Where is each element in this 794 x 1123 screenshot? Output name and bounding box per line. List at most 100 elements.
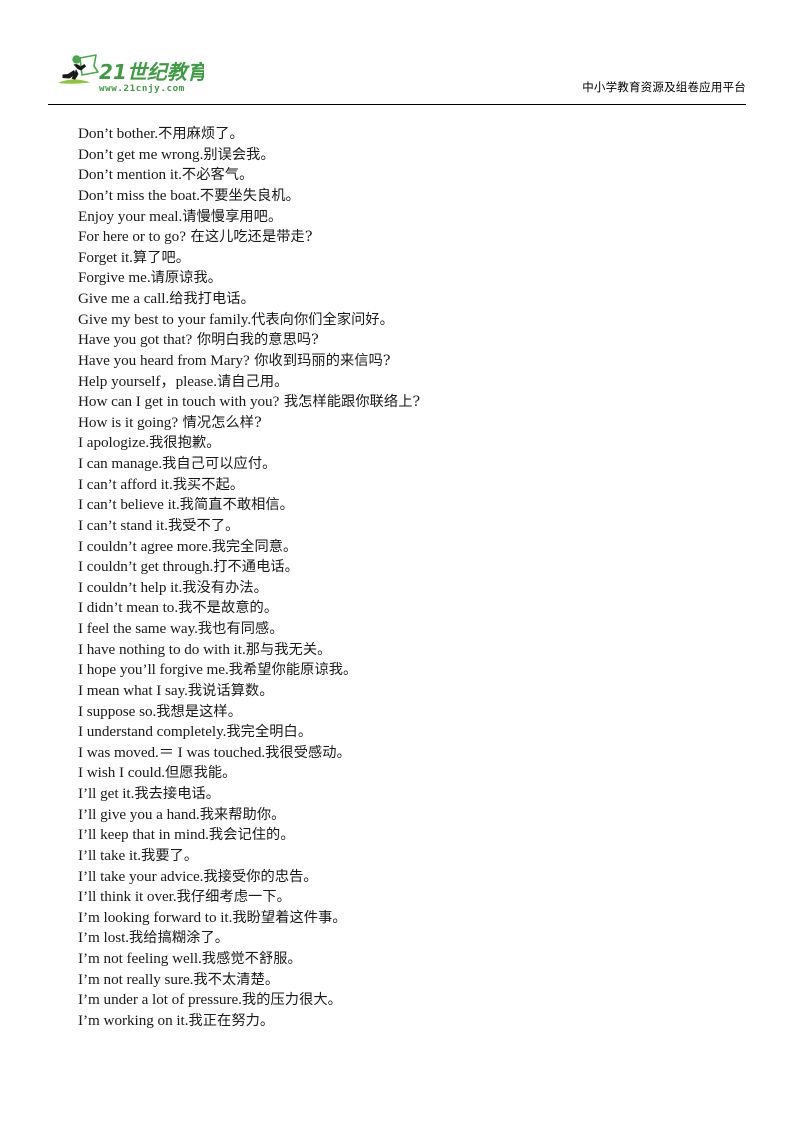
phrase-english: I can manage. — [78, 455, 163, 472]
phrase-english: I hope you’ll forgive me. — [78, 661, 229, 679]
phrase-chinese: 我想是这样。 — [156, 703, 242, 720]
phrase-line: How can I get in touch with you? 我怎样能跟你联… — [78, 392, 738, 413]
phrase-line: I have nothing to do with it.那与我无关。 — [78, 640, 738, 661]
ground-swoosh-icon — [58, 79, 90, 84]
phrase-chinese: 请自己用。 — [216, 373, 289, 390]
phrase-line: Don’t miss the boat.不要坐失良机。 — [78, 186, 738, 207]
phrase-line: I couldn’t get through.打不通电话。 — [78, 557, 738, 578]
phrase-english: I’ll take it. — [78, 846, 142, 864]
phrase-chinese: 我给搞糊涂了。 — [129, 930, 230, 947]
phrase-chinese: 我接受你的忠告。 — [203, 868, 318, 885]
logo-graphic: 21世纪教育 www.21cnjy.com — [58, 54, 204, 94]
phrase-chinese: 我希望你能原谅我。 — [228, 662, 358, 679]
phrase-chinese: 我正在努力。 — [188, 1012, 275, 1029]
phrase-chinese: 我感觉不舒服。 — [201, 951, 302, 967]
phrase-english: I’m lost. — [78, 929, 130, 947]
phrase-line: Have you got that? 你明白我的意思吗? — [78, 330, 738, 351]
phrase-chinese: 我自己可以应付。 — [162, 456, 277, 472]
phrase-line: Give my best to your family.代表向你们全家问好。 — [78, 310, 738, 331]
phrase-line: Don’t get me wrong.别误会我。 — [78, 145, 738, 166]
phrase-chinese: 我不太清楚。 — [193, 971, 280, 988]
phrase-line: I mean what I say.我说话算数。 — [78, 681, 738, 702]
header-tagline: 中小学教育资源及组卷应用平台 — [582, 80, 746, 94]
phrase-chinese: 我说话算数。 — [187, 682, 274, 699]
phrase-english: I’ll get it. — [78, 785, 135, 802]
phrase-english: I apologize. — [78, 434, 150, 452]
phrase-chinese: 我盼望着这件事。 — [232, 909, 347, 926]
phrase-english: Forgive me. — [78, 269, 151, 287]
phrase-english: Don’t mention it. — [78, 166, 182, 184]
phrase-line: I can’t afford it.我买不起。 — [78, 475, 738, 496]
phrase-line: I hope you’ll forgive me.我希望你能原谅我。 — [78, 660, 738, 681]
phrase-line: Give me a call.给我打电话。 — [78, 289, 738, 310]
phrase-english: I didn’t mean to. — [78, 599, 179, 617]
phrase-english: Give me a call. — [78, 290, 170, 307]
phrase-chinese: 我去接电话。 — [134, 786, 221, 802]
phrase-line: I couldn’t agree more.我完全同意。 — [78, 537, 738, 558]
phrase-chinese: 不要坐失良机。 — [199, 187, 300, 204]
phrase-line: Don’t mention it.不必客气。 — [78, 165, 738, 186]
phrase-chinese: 我受不了。 — [167, 517, 240, 534]
phrase-line: I understand completely.我完全明白。 — [78, 722, 738, 743]
brand-logo: 21世纪教育 www.21cnjy.com — [54, 52, 204, 100]
phrase-chinese: 但愿我能。 — [165, 765, 237, 782]
phrase-chinese: 那与我无关。 — [245, 641, 332, 658]
phrase-line: I’m working on it.我正在努力。 — [78, 1011, 738, 1032]
phrase-chinese: 你收到玛丽的来信吗? — [249, 352, 391, 369]
phrase-english: Don’t bother. — [78, 125, 159, 142]
phrase-english: I understand completely. — [78, 723, 227, 741]
phrase-line: I’ll take your advice.我接受你的忠告。 — [78, 867, 738, 888]
phrase-english: Help yourself，please. — [78, 372, 217, 390]
phrase-english: I’ll keep that in mind. — [78, 826, 209, 844]
phrase-line: I wish I could.但愿我能。 — [78, 763, 738, 784]
phrase-english: I’m under a lot of pressure. — [78, 991, 242, 1009]
document-header: 21世纪教育 www.21cnjy.com 中小学教育资源及组卷应用平台 — [48, 52, 746, 106]
phrase-line: Enjoy your meal.请慢慢享用吧。 — [78, 207, 738, 228]
phrase-line: Forgive me.请原谅我。 — [78, 268, 738, 289]
phrase-english: I’ll take your advice. — [78, 867, 204, 885]
phrase-chinese: 我来帮助你。 — [199, 806, 286, 823]
phrase-list: Don’t bother.不用麻烦了。 Don’t get me wrong.别误… — [78, 124, 738, 1032]
phrase-english: For here or to go? — [78, 228, 186, 246]
phrase-chinese: 我也有同感。 — [197, 621, 284, 637]
phrase-chinese: 别误会我。 — [203, 146, 275, 163]
phrase-line: I’m not feeling well.我感觉不舒服。 — [78, 949, 738, 970]
phrase-english: I have nothing to do with it. — [78, 640, 246, 658]
phrase-line: I’m lost.我给搞糊涂了。 — [78, 928, 738, 949]
phrase-chinese: 我很受感动。 — [265, 744, 351, 761]
phrase-english: I’m looking forward to it. — [78, 908, 233, 926]
phrase-chinese: 打不通电话。 — [213, 559, 299, 576]
phrase-chinese: 我不是故意的。 — [178, 600, 279, 617]
phrase-english: I’ll give you a hand. — [78, 805, 200, 823]
phrase-english: I’m working on it. — [78, 1011, 189, 1029]
phrase-chinese: 我买不起。 — [172, 476, 245, 493]
phrase-chinese: 我会记住的。 — [208, 827, 295, 844]
phrase-line: I’ll take it.我要了。 — [78, 846, 738, 867]
phrase-line: I can’t believe it.我简直不敢相信。 — [78, 495, 738, 516]
phrase-chinese: 我完全同意。 — [211, 538, 298, 555]
phrase-chinese: 你明白我的意思吗? — [192, 332, 319, 349]
phrase-english: I feel the same way. — [78, 620, 198, 637]
phrase-line: I can’t stand it.我受不了。 — [78, 516, 738, 537]
brand-url: www.21cnjy.com — [99, 83, 185, 94]
phrase-chinese: 我仔细考虑一下。 — [176, 889, 291, 906]
phrase-chinese: 我没有办法。 — [182, 579, 268, 596]
phrase-line: I didn’t mean to.我不是故意的。 — [78, 598, 738, 619]
phrase-english: I’m not feeling well. — [78, 950, 202, 967]
phrase-line: Help yourself，please.请自己用。 — [78, 372, 738, 393]
phrase-line: I’m not really sure.我不太清楚。 — [78, 970, 738, 991]
phrase-line: I’ll get it.我去接电话。 — [78, 784, 738, 805]
phrase-english: How can I get in touch with you? — [78, 393, 280, 411]
phrase-english: How is it going? — [78, 413, 179, 431]
phrase-english: I can’t believe it. — [78, 496, 180, 514]
phrase-chinese: 代表向你们全家问好。 — [251, 311, 394, 328]
phrase-line: I can manage.我自己可以应付。 — [78, 454, 738, 475]
phrase-chinese: 不用麻烦了。 — [158, 126, 244, 142]
phrase-line: Forget it.算了吧。 — [78, 248, 738, 269]
phrase-chinese: 请原谅我。 — [150, 270, 223, 287]
phrase-english: I’ll think it over. — [78, 888, 177, 906]
phrase-english: I wish I could. — [78, 764, 165, 782]
phrase-line: How is it going? 情况怎么样? — [78, 413, 738, 434]
phrase-chinese: 我完全明白。 — [226, 724, 313, 741]
phrase-chinese: 我要了。 — [141, 847, 199, 864]
